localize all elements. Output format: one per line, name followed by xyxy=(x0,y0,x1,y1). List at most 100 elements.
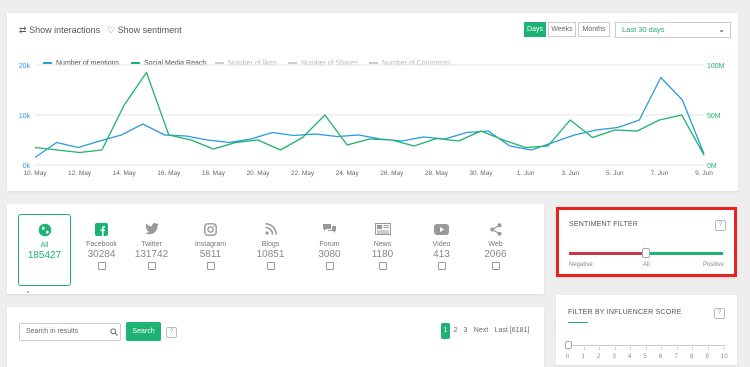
x-axis-tick: 22. May xyxy=(291,170,315,177)
source-label: All xyxy=(40,242,49,249)
sentiment-slider-handle[interactable] xyxy=(642,248,650,258)
next-page-button[interactable]: Next xyxy=(471,323,491,339)
source-checkbox[interactable] xyxy=(491,262,500,270)
influencer-filter-title: FILTER BY INFLUENCER SCORE xyxy=(568,309,682,316)
line-chart: 20k 10k 0k 100M 50M 0M 10. May 12. May 14. May 16… xyxy=(19,63,725,177)
scale-tick-label: 9 xyxy=(705,354,709,360)
right-axis-tick: 50M xyxy=(707,113,721,120)
scale-tick-label: 7 xyxy=(674,354,678,360)
sentiment-track-negative xyxy=(569,252,646,255)
source-tile-twitter[interactable]: Twitter 131742 xyxy=(125,214,178,286)
scale-tick-label: 8 xyxy=(690,354,694,360)
globe-icon xyxy=(19,220,70,240)
title-underline xyxy=(568,322,588,323)
source-count: 30284 xyxy=(87,249,116,260)
source-count: 1180 xyxy=(371,249,394,260)
source-count: 5811 xyxy=(199,249,222,260)
source-checkbox[interactable] xyxy=(325,262,334,270)
source-tile-forum[interactable]: Forum 3080 xyxy=(303,214,356,286)
twitter-icon xyxy=(125,219,178,239)
search-button[interactable]: Search xyxy=(126,322,161,341)
search-help-icon[interactable]: ? xyxy=(166,327,177,338)
scale-tick xyxy=(676,347,678,350)
right-axis-tick: 0M xyxy=(707,163,717,170)
x-axis-tick: 10. May xyxy=(23,170,47,177)
left-axis-tick: 10k xyxy=(19,113,31,120)
x-axis-tick: 1. Jun xyxy=(517,170,535,177)
carousel-dot xyxy=(27,291,29,293)
source-tile-facebook[interactable]: Facebook 30284 xyxy=(75,214,128,286)
source-checkbox[interactable] xyxy=(97,262,106,270)
scale-tick xyxy=(614,347,616,350)
influencer-slider-handle[interactable] xyxy=(565,341,572,349)
x-axis-tick: 5. Jun xyxy=(606,170,624,177)
source-tile-video[interactable]: Video 413 xyxy=(415,214,468,286)
source-label: Twitter xyxy=(141,241,162,248)
page-2-button[interactable]: 2 xyxy=(451,323,460,339)
x-axis-tick: 16. May xyxy=(157,170,181,177)
scale-tick-label: 6 xyxy=(659,354,663,360)
source-tile-news[interactable]: News 1180 xyxy=(356,214,409,286)
all-label: All xyxy=(643,262,650,268)
x-axis-tick: 26. May xyxy=(380,170,404,177)
scale-tick xyxy=(599,347,600,350)
source-label: Forum xyxy=(319,241,340,248)
scale-tick-label: 5 xyxy=(643,354,647,360)
source-tile-blogs[interactable]: Blogs 10851 xyxy=(244,214,297,286)
source-label: Instagram xyxy=(194,241,227,248)
sentiment-track-positive xyxy=(646,252,723,255)
page-3-button[interactable]: 3 xyxy=(461,323,470,339)
scale-tick-label: 3 xyxy=(612,354,616,360)
source-count: 185427 xyxy=(27,250,62,261)
search-card: Search in results Search ? 1 2 3 Next La… xyxy=(7,307,544,367)
scale-tick xyxy=(630,347,631,350)
source-label: Web xyxy=(488,241,503,248)
source-checkbox[interactable] xyxy=(378,262,387,270)
source-label: News xyxy=(373,241,392,248)
source-checkbox[interactable] xyxy=(266,262,275,270)
source-checkbox[interactable] xyxy=(206,262,215,270)
scale-tick-label: 4 xyxy=(628,354,632,360)
video-icon xyxy=(415,219,468,239)
source-count: 413 xyxy=(433,249,450,260)
forum-icon xyxy=(303,219,356,239)
influencer-help-icon[interactable]: ? xyxy=(714,308,725,319)
scale-tick-label: 10 xyxy=(721,354,728,360)
last-page-button[interactable]: Last [6181] xyxy=(492,323,532,339)
scale-tick xyxy=(692,347,693,350)
search-input[interactable]: Search in results xyxy=(19,323,121,341)
x-axis-tick: 20. May xyxy=(246,170,270,177)
share-icon xyxy=(469,219,522,239)
source-label: Blogs xyxy=(261,241,280,248)
x-axis-tick: 9. Jun xyxy=(695,170,713,177)
right-axis-tick: 100M xyxy=(707,63,725,70)
left-axis-tick: 0k xyxy=(23,163,31,170)
source-checkbox[interactable] xyxy=(147,262,156,270)
scale-tick xyxy=(583,347,585,350)
sentiment-help-icon[interactable]: ? xyxy=(715,220,726,231)
page-1-button[interactable]: 1 xyxy=(441,323,450,339)
scale-tick-label: 0 xyxy=(566,354,570,360)
x-axis-tick: 28. May xyxy=(425,170,449,177)
facebook-icon xyxy=(75,219,128,239)
source-checkbox[interactable] xyxy=(437,262,446,270)
positive-label: Positive xyxy=(702,262,724,268)
news-icon xyxy=(356,219,409,239)
source-count: 131742 xyxy=(134,249,169,260)
scale-tick-label: 2 xyxy=(597,354,601,360)
source-tile-instagram[interactable]: Instagram 5811 xyxy=(184,214,237,286)
source-tile-web[interactable]: Web 2066 xyxy=(469,214,522,286)
instagram-icon xyxy=(184,219,237,239)
x-axis-tick: 3. Jun xyxy=(561,170,579,177)
source-label: Video xyxy=(432,241,451,248)
x-axis-tick: 24. May xyxy=(336,170,360,177)
source-count: 3080 xyxy=(318,249,341,260)
x-axis-tick: 30. May xyxy=(469,170,493,177)
sources-card: All 185427 Facebook 30284 Twitter 131742 Insta… xyxy=(7,204,544,294)
source-label: Facebook xyxy=(86,241,117,248)
influencer-track xyxy=(566,345,726,346)
scale-tick xyxy=(645,347,647,350)
x-axis-tick: 7. Jun xyxy=(651,170,669,177)
source-tile-all[interactable]: All 185427 xyxy=(18,214,71,286)
sentiment-filter-card: SENTIMENT FILTER ? Negative All Positive xyxy=(556,207,737,277)
